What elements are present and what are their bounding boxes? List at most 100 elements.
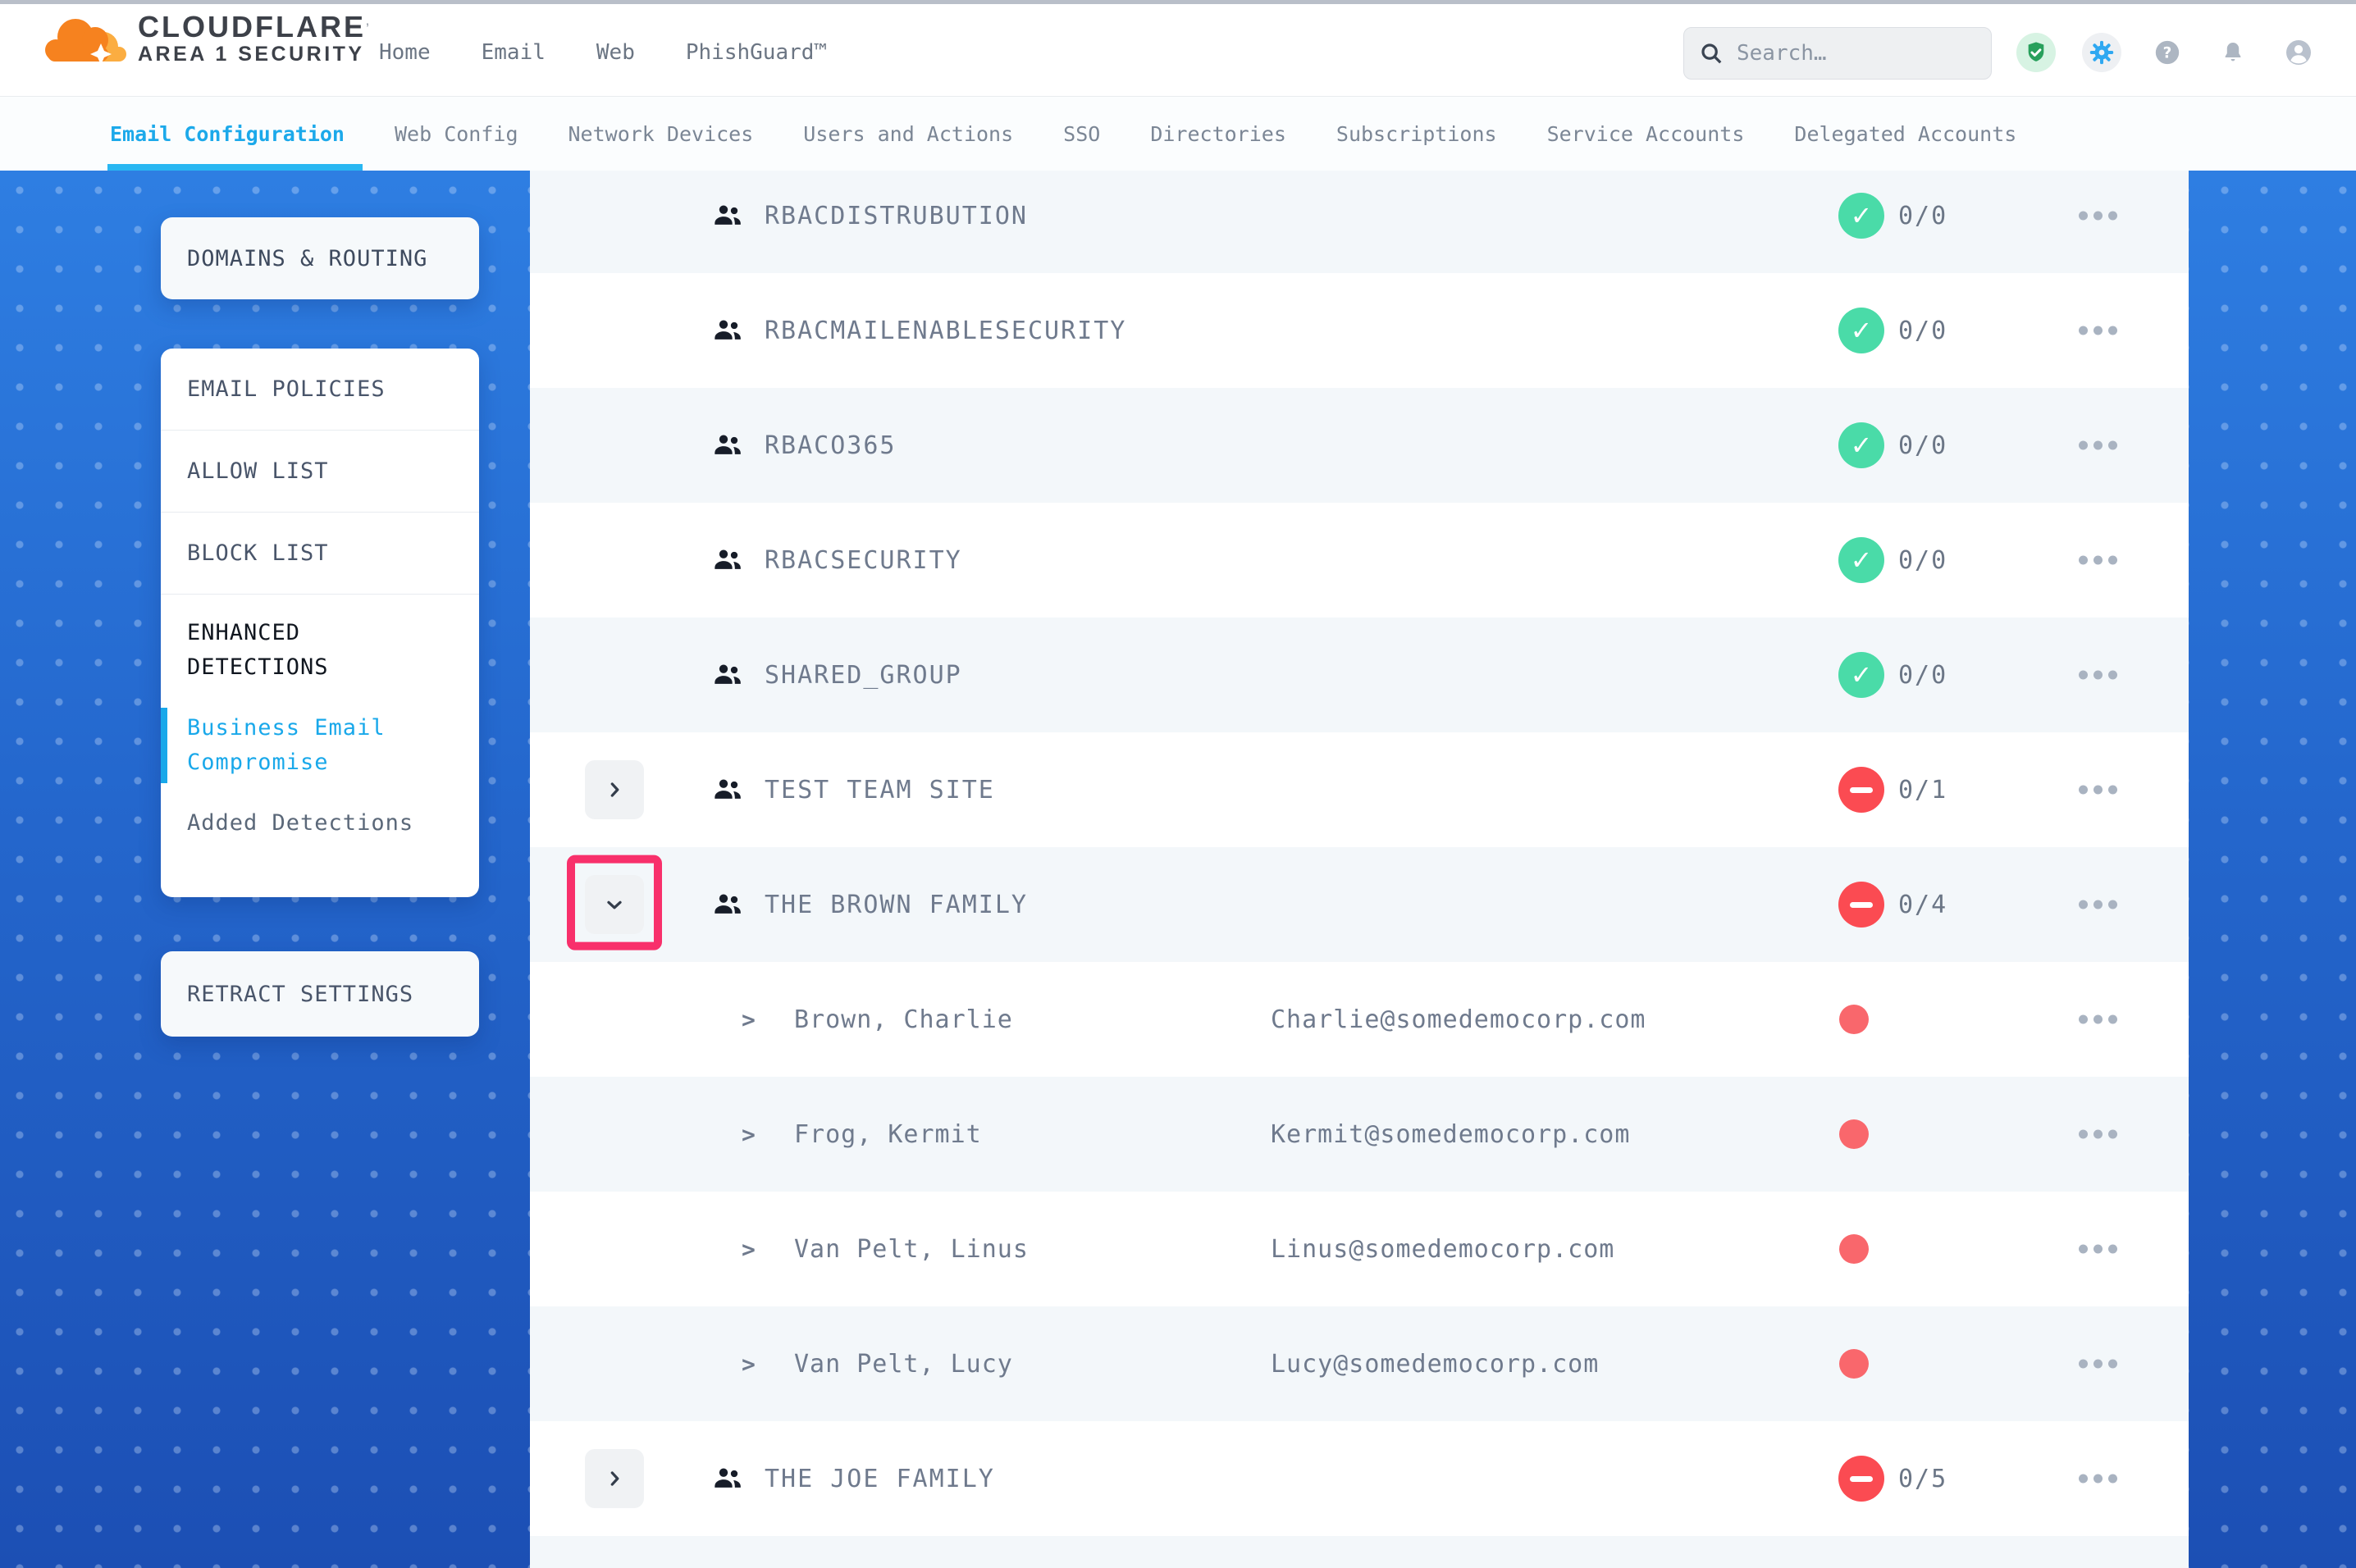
status-badge-blocked — [1838, 882, 1884, 928]
cloudflare-logo[interactable]: CLOUDFLARE’ AREA 1 SECURITY — [41, 12, 372, 66]
group-name: SHARED_GROUP — [765, 661, 962, 690]
status-badge-ok — [1838, 308, 1884, 353]
table-row-member[interactable]: > Brown, Charlie Charlie@somedemocorp.co… — [530, 962, 2189, 1077]
row-more-button[interactable] — [2071, 1122, 2125, 1147]
svg-text:?: ? — [2163, 45, 2172, 62]
table-row[interactable]: SHARED_GROUP 0/0 — [530, 618, 2189, 732]
sidebar-item-added-detections[interactable]: Added Detections — [187, 806, 453, 841]
badge-count: 0/0 — [1898, 661, 1947, 690]
notifications-bell-icon[interactable] — [2213, 33, 2253, 72]
badge-count: 0/1 — [1898, 776, 1947, 805]
app-header: CLOUDFLARE’ AREA 1 SECURITY Home Email W… — [0, 0, 2356, 97]
cloudflare-cloud-icon — [41, 16, 131, 63]
row-more-button[interactable] — [2071, 1466, 2125, 1492]
status-badge-ok — [1838, 422, 1884, 468]
member-name: Brown, Charlie — [794, 1005, 1013, 1034]
group-name: THE JOE FAMILY — [765, 1465, 995, 1493]
sidebar-item-domains-routing[interactable]: DOMAINS & ROUTING — [161, 217, 479, 299]
table-row[interactable]: THE JOE FAMILY 0/5 — [530, 1421, 2189, 1536]
row-more-button[interactable] — [2071, 1351, 2125, 1377]
table-row[interactable]: THE BROWN FAMILY 0/4 — [530, 847, 2189, 962]
shield-check-icon[interactable] — [2016, 33, 2056, 72]
config-tabbar: Email Configuration Web Config Network D… — [0, 97, 2356, 171]
member-email: Kermit@somedemocorp.com — [1271, 1120, 1630, 1149]
group-name: THE BROWN FAMILY — [765, 891, 1028, 919]
row-more-button[interactable] — [2071, 777, 2125, 803]
group-people-icon — [709, 544, 747, 577]
logo-title: CLOUDFLARE’ — [138, 12, 372, 42]
group-name: RBACSECURITY — [765, 546, 962, 575]
tab-web-config[interactable]: Web Config — [395, 97, 518, 171]
group-name: TEST TEAM SITE — [765, 776, 995, 805]
row-more-button[interactable] — [2071, 892, 2125, 918]
badge-count: 0/5 — [1898, 1465, 1947, 1493]
row-more-button[interactable] — [2071, 548, 2125, 573]
sidebar-item-retract-settings[interactable]: RETRACT SETTINGS — [161, 951, 479, 1037]
nav-web[interactable]: Web — [596, 40, 635, 65]
badge-count: 0/0 — [1898, 431, 1947, 460]
chevron-right-icon[interactable]: > — [742, 1236, 756, 1263]
table-row[interactable]: RBACDISTRUBUTION 0/0 — [530, 171, 2189, 273]
row-more-button[interactable] — [2071, 1007, 2125, 1032]
status-dot-blocked — [1839, 1234, 1869, 1264]
table-row[interactable]: RBACMAILENABLESECURITY 0/0 — [530, 273, 2189, 388]
sidebar-item-email-policies[interactable]: EMAIL POLICIES — [161, 349, 479, 431]
tab-delegated-accounts[interactable]: Delegated Accounts — [1794, 97, 2016, 171]
table-row[interactable]: TEST TEAM SITE 0/1 — [530, 732, 2189, 847]
status-badge-ok — [1838, 652, 1884, 698]
tab-users-and-actions[interactable]: Users and Actions — [803, 97, 1013, 171]
tab-network-devices[interactable]: Network Devices — [568, 97, 754, 171]
tab-email-configuration[interactable]: Email Configuration — [110, 97, 345, 171]
table-row-member[interactable]: > Van Pelt, Lucy Lucy@somedemocorp.com — [530, 1306, 2189, 1421]
nav-phishguard[interactable]: PhishGuard™ — [686, 40, 827, 65]
sidebar-item-allow-list[interactable]: ALLOW LIST — [161, 431, 479, 513]
email-policies-card: EMAIL POLICIES ALLOW LIST BLOCK LIST ENH… — [161, 349, 479, 897]
table-row[interactable]: RBACO365 0/0 — [530, 388, 2189, 503]
member-email: Lucy@somedemocorp.com — [1271, 1350, 1599, 1379]
account-person-icon[interactable] — [2279, 33, 2318, 72]
status-dot-blocked — [1839, 1005, 1869, 1034]
row-more-button[interactable] — [2071, 663, 2125, 688]
group-name: RBACMAILENABLESECURITY — [765, 317, 1126, 345]
table-row-member[interactable]: > Frog, Kermit Kermit@somedemocorp.com — [530, 1077, 2189, 1192]
help-icon[interactable]: ? — [2148, 33, 2187, 72]
expand-row-button[interactable] — [585, 1449, 644, 1508]
table-row-member[interactable]: > Van Pelt, Linus Linus@somedemocorp.com — [530, 1192, 2189, 1306]
group-people-icon — [709, 888, 747, 921]
tab-sso[interactable]: SSO — [1063, 97, 1100, 171]
tab-directories[interactable]: Directories — [1150, 97, 1286, 171]
search-input[interactable] — [1737, 41, 1976, 66]
chevron-right-icon[interactable]: > — [742, 1351, 756, 1378]
search-box[interactable] — [1683, 27, 1992, 80]
status-badge-blocked — [1838, 1456, 1884, 1502]
badge-count: 0/0 — [1898, 546, 1947, 575]
gear-icon[interactable] — [2082, 33, 2121, 72]
row-more-button[interactable] — [2071, 433, 2125, 458]
row-more-button[interactable] — [2071, 318, 2125, 344]
collapse-row-button[interactable] — [585, 875, 644, 934]
group-name: RBACO365 — [765, 431, 897, 460]
chevron-right-icon — [604, 1468, 625, 1489]
tab-subscriptions[interactable]: Subscriptions — [1336, 97, 1497, 171]
expand-row-button[interactable] — [585, 760, 644, 819]
row-more-button[interactable] — [2071, 203, 2125, 229]
member-email: Linus@somedemocorp.com — [1271, 1235, 1614, 1264]
tab-service-accounts[interactable]: Service Accounts — [1547, 97, 1745, 171]
chevron-right-icon[interactable]: > — [742, 1006, 756, 1033]
enhanced-detections-heading: ENHANCED DETECTIONS — [187, 616, 453, 685]
chevron-right-icon[interactable]: > — [742, 1121, 756, 1148]
content-area: DOMAINS & ROUTING EMAIL POLICIES ALLOW L… — [0, 171, 2356, 1568]
header-icon-cluster: ? — [2016, 4, 2318, 101]
status-dot-blocked — [1839, 1349, 1869, 1379]
member-name: Van Pelt, Lucy — [794, 1350, 1013, 1379]
status-dot-blocked — [1839, 1119, 1869, 1149]
sidebar-item-business-email-compromise[interactable]: Business Email Compromise — [187, 711, 453, 780]
status-badge-ok — [1838, 193, 1884, 239]
status-badge-blocked — [1838, 767, 1884, 813]
row-more-button[interactable] — [2071, 1237, 2125, 1262]
nav-email[interactable]: Email — [482, 40, 546, 65]
nav-home[interactable]: Home — [379, 40, 431, 65]
table-row[interactable]: RBACSECURITY 0/0 — [530, 503, 2189, 618]
member-email: Charlie@somedemocorp.com — [1271, 1005, 1646, 1034]
sidebar-item-block-list[interactable]: BLOCK LIST — [161, 513, 479, 595]
